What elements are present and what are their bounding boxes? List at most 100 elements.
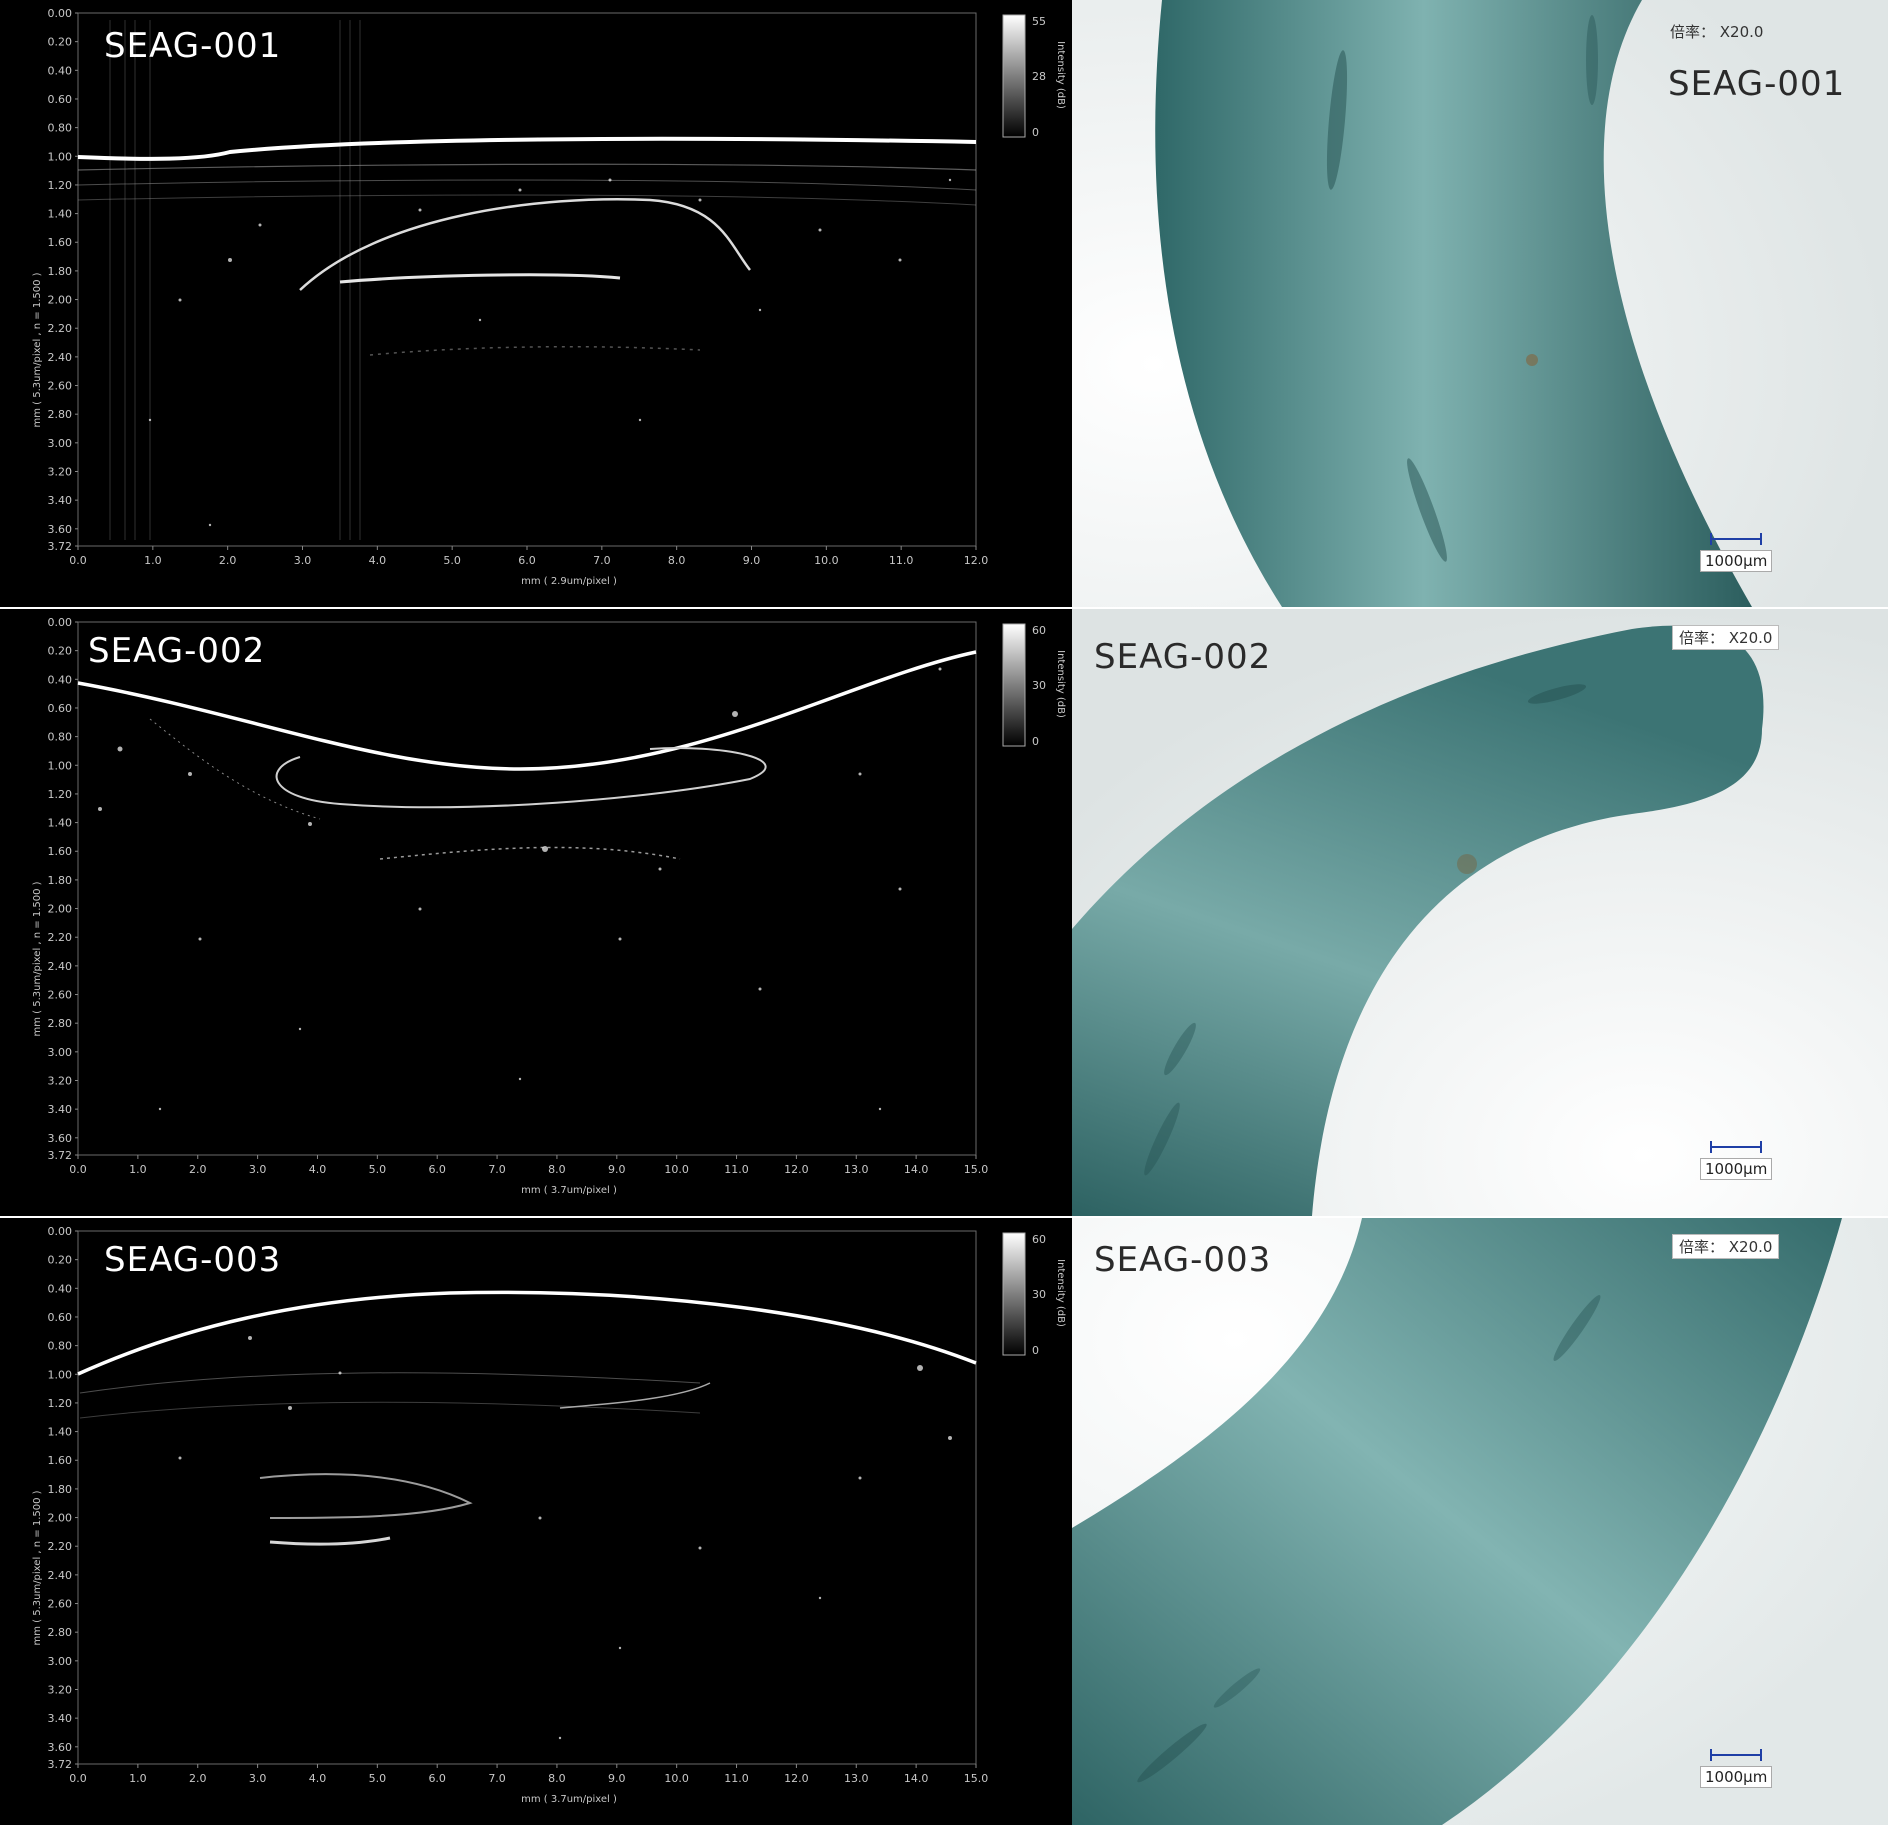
y-tick-label: 2.60 [48,989,73,1002]
x-tick-label: 12.0 [784,1772,809,1785]
y-tick-label: 0.80 [48,1340,73,1353]
x-tick-label: 7.0 [593,554,611,567]
x-tick-label: 2.0 [189,1163,207,1176]
y-tick-label: 3.72 [48,1149,73,1162]
y-tick-label: 0.20 [48,36,73,49]
x-tick-label: 5.0 [369,1772,387,1785]
oct-plot-seag-001: 0.000.200.400.600.801.001.201.401.601.80… [32,7,1066,587]
x-tick-label: 10.0 [814,554,839,567]
oct-scan-seag-002: 0.00 0.20 0.40 0.60 0.80 1.00 1.20 1.40 1.60 1.80… [0,609,1072,1216]
x-axis-title: mm ( 3.7um/pixel ) [521,1794,617,1805]
y-tick-label: 2.40 [48,351,73,364]
y-tick-label: 2.20 [48,931,73,944]
colorbar-tick-min: 0 [1032,735,1039,748]
y-tick-label: 0.80 [48,122,73,135]
y-tick-label: 3.20 [48,465,73,478]
x-tick-label: 7.0 [488,1772,506,1785]
y-tick-label: 1.60 [48,845,73,858]
x-tick-label: 4.0 [309,1772,327,1785]
y-tick-label: 0.00 [48,1225,73,1238]
micro-panel-label: SEAG-003 [1094,1240,1272,1280]
micrograph-seag-003: 倍率： X20.0 SEAG-003 1000μm [1072,1218,1888,1825]
y-tick-label: 1.20 [48,788,73,801]
y-tick-label: 3.00 [48,437,73,450]
y-tick-label: 0.20 [48,1254,73,1267]
x-axis-title: mm ( 2.9um/pixel ) [521,576,617,587]
x-tick-label: 12.0 [964,554,989,567]
y-axis-title: mm ( 5.3um/pixel , n = 1.500 ) [32,881,43,1036]
colorbar [1002,1232,1026,1356]
x-tick-label: 6.0 [518,554,536,567]
y-tick-label: 0.00 [48,7,73,20]
x-tick-label: 0.0 [69,554,87,567]
plot-frame [77,1230,977,1765]
micrograph-seag-001: 倍率： X20.0 SEAG-001 1000μm [1072,0,1888,607]
y-tick-label: 3.20 [48,1683,73,1696]
x-tick-label: 11.0 [889,554,914,567]
x-tick-label: 5.0 [369,1163,387,1176]
x-tick-label: 12.0 [784,1163,809,1176]
oct-scan-seag-003: 0.00 0.20 0.40 0.60 0.80 1.00 1.20 1.40 1.60 1.80… [0,1218,1072,1825]
y-axis-title: mm ( 5.3um/pixel , n = 1.500 ) [32,1490,43,1645]
y-tick-label: 1.20 [48,179,73,192]
panel-row-seag-002: 0.00 0.20 0.40 0.60 0.80 1.00 1.20 1.40 1.60 1.80… [0,609,1888,1216]
y-tick-label: 0.40 [48,64,73,77]
y-tick-label: 3.40 [48,1103,73,1116]
magnification-label: 倍率： X20.0 [1672,1234,1780,1259]
y-tick-label: 0.60 [48,702,73,715]
x-tick-label: 15.0 [964,1772,989,1785]
plot-frame [77,621,977,1156]
x-tick-label: 2.0 [189,1772,207,1785]
x-tick-label: 10.0 [664,1772,689,1785]
x-tick-label: 5.0 [443,554,461,567]
oct-panel-label: SEAG-002 [88,631,266,671]
oct-panel-label: SEAG-003 [104,1240,282,1280]
y-tick-label: 3.00 [48,1046,73,1059]
y-tick-label: 3.60 [48,523,73,536]
colorbar-tick-max: 60 [1032,624,1046,637]
scale-bar-label: 1000μm [1700,550,1773,572]
y-tick-label: 0.40 [48,1282,73,1295]
y-tick-label: 2.80 [48,408,73,421]
x-tick-label: 3.0 [294,554,312,567]
y-tick-label: 2.40 [48,1569,73,1582]
scale-bar-label: 1000μm [1700,1766,1773,1788]
y-tick-label: 0.00 [48,616,73,629]
plot-frame [77,12,977,547]
colorbar [1002,14,1026,138]
glass-photo [1072,1218,1888,1825]
y-tick-label: 0.60 [48,93,73,106]
y-tick-label: 1.80 [48,874,73,887]
y-tick-label: 2.60 [48,380,73,393]
y-tick-label: 3.72 [48,540,73,553]
y-tick-label: 1.80 [48,1483,73,1496]
oct-scan-seag-001: 0.00 0.20 0.40 0.60 0.80 1.00 1.20 1.40 1.60 1.80… [0,0,1072,607]
colorbar [1002,623,1026,747]
x-tick-label: 1.0 [129,1163,147,1176]
y-tick-label: 3.20 [48,1074,73,1087]
scale-bar-label: 1000μm [1700,1158,1773,1180]
colorbar-title: Intensity (dB) [1055,41,1066,109]
x-tick-label: 3.0 [249,1163,267,1176]
colorbar-tick-mid: 28 [1032,70,1046,83]
y-tick-label: 2.60 [48,1598,73,1611]
oct-plot-seag-003: 0.000.200.400.600.801.001.201.401.601.80… [32,1225,1066,1805]
y-tick-label: 1.20 [48,1397,73,1410]
x-tick-label: 9.0 [608,1772,626,1785]
panel-row-seag-003: 0.00 0.20 0.40 0.60 0.80 1.00 1.20 1.40 1.60 1.80… [0,1218,1888,1825]
y-tick-label: 2.20 [48,322,73,335]
y-tick-label: 0.20 [48,645,73,658]
y-tick-label: 1.60 [48,236,73,249]
scale-bar-line [1710,1141,1762,1153]
oct-plot-seag-002: 0.000.200.400.600.801.001.201.401.601.80… [32,616,1066,1196]
x-tick-label: 14.0 [904,1163,929,1176]
x-tick-label: 8.0 [548,1163,566,1176]
micrograph-seag-002: 倍率： X20.0 SEAG-002 1000μm [1072,609,1888,1216]
y-tick-label: 1.40 [48,817,73,830]
y-tick-label: 1.00 [48,759,73,772]
y-tick-label: 1.00 [48,150,73,163]
colorbar-tick-min: 0 [1032,126,1039,139]
y-tick-label: 2.00 [48,1512,73,1525]
x-tick-label: 6.0 [428,1163,446,1176]
oct-panel-label: SEAG-001 [104,26,282,66]
